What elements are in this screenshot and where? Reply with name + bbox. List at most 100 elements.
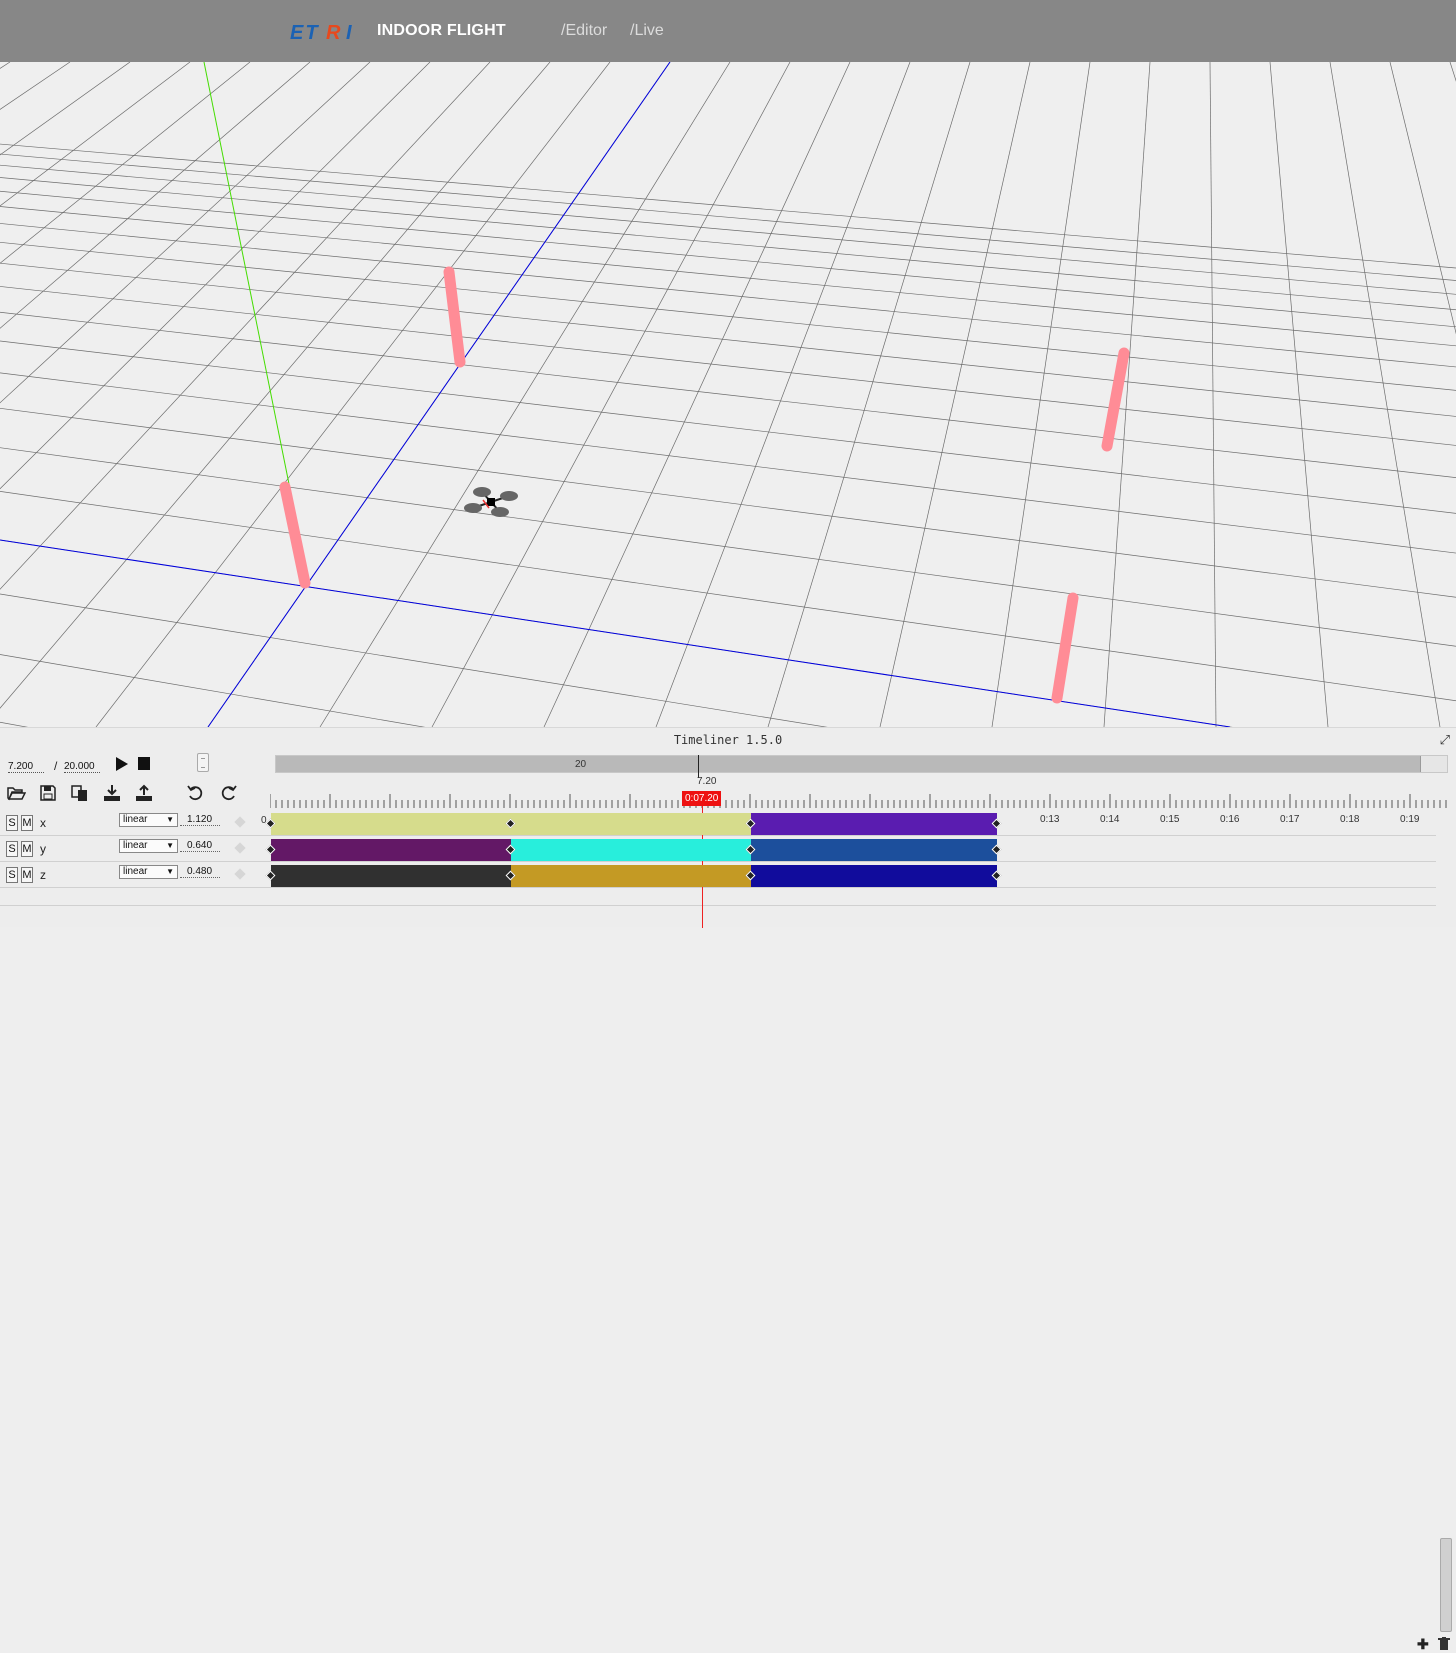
interpolation-select[interactable]: linear (119, 865, 178, 879)
mute-button[interactable]: M (21, 841, 33, 857)
playhead-scroll-indicator[interactable] (698, 755, 699, 778)
keyframe-segment[interactable] (271, 813, 511, 835)
track-row-empty (0, 888, 1436, 906)
floor-grid-line (1389, 62, 1456, 335)
floor-grid-line (0, 62, 551, 709)
svg-text:I: I (346, 22, 352, 42)
keyframe-segment[interactable] (751, 813, 997, 835)
tracks-scrollbar[interactable] (1440, 1538, 1452, 1632)
current-time-marker[interactable]: 0:07.20 (682, 791, 722, 806)
floor-grid-line (767, 62, 971, 727)
timeline-scrollbar[interactable] (275, 755, 1448, 773)
floor-grid-line (0, 62, 491, 590)
track-value-input[interactable]: 0.640 (180, 839, 220, 852)
add-icon[interactable]: ✚ (1417, 1636, 1429, 1653)
y-axis-line (207, 62, 671, 727)
solo-button[interactable]: S (6, 867, 18, 883)
stop-icon[interactable] (138, 757, 150, 770)
total-time-input[interactable]: 20.000 (64, 760, 100, 773)
keyframe-segment[interactable] (271, 839, 511, 861)
timeliner-title: Timeliner 1.5.0 (673, 733, 783, 747)
trash-icon[interactable] (1438, 1637, 1450, 1651)
time-ruler[interactable] (270, 794, 1450, 810)
floor-grid-line (0, 262, 1456, 417)
etri-logo[interactable]: ET R I (290, 22, 362, 42)
svg-text:ET: ET (290, 22, 320, 42)
timeline-scroll-thumb[interactable] (276, 756, 1421, 772)
nav-live-link[interactable]: /Live (630, 22, 664, 40)
solo-button[interactable]: S (6, 841, 18, 857)
keyframe-segment[interactable] (511, 839, 751, 861)
floor-grid-line (0, 206, 1456, 347)
keyframe-segment[interactable] (751, 839, 997, 861)
floor-grid-line (0, 62, 311, 329)
floor-grid-line (0, 593, 828, 727)
save-icon[interactable] (38, 783, 58, 803)
solo-button[interactable]: S (6, 815, 18, 831)
viewport-canvas[interactable] (0, 62, 1456, 727)
floor-grid-line (0, 223, 1456, 368)
floor-grid-line (543, 62, 851, 727)
floor-grid-line (319, 62, 731, 727)
floor-grid-line (879, 62, 1031, 727)
mute-button[interactable]: M (21, 867, 33, 883)
keyframe-segment[interactable] (511, 865, 751, 887)
undo-icon[interactable] (186, 783, 206, 803)
floor-grid-line (0, 62, 251, 264)
add-keyframe-icon[interactable] (234, 816, 246, 828)
floor-grid-line (0, 190, 1456, 328)
play-icon[interactable] (116, 757, 128, 771)
redo-icon[interactable] (218, 783, 238, 803)
floor-grid-line (0, 340, 1456, 514)
floor-grid-line (0, 143, 1456, 269)
floor-grid-line (0, 491, 1456, 702)
keyframe-segment[interactable] (271, 865, 511, 887)
pole-marker (1051, 592, 1079, 704)
mute-button[interactable]: M (21, 815, 33, 831)
keyframe-segment[interactable] (751, 865, 997, 887)
svg-text:R: R (326, 22, 342, 42)
3d-viewport[interactable] (0, 62, 1456, 727)
track-name: z (40, 868, 46, 882)
copy-icon[interactable] (70, 783, 90, 803)
add-keyframe-icon[interactable] (234, 868, 246, 880)
floor-grid-line (0, 372, 1456, 554)
nav-editor-link[interactable]: /Editor (561, 22, 607, 40)
keyframe-segment[interactable] (511, 813, 751, 835)
expand-icon[interactable]: ⤢ (1440, 732, 1450, 748)
app-title: INDOOR FLIGHT (377, 22, 506, 39)
z-axis-line (203, 62, 290, 485)
floor-grid-line (0, 153, 1456, 281)
pole-marker (1101, 347, 1130, 452)
quadcopter-icon (464, 487, 518, 517)
floor-grid-line (0, 62, 431, 490)
app-header: ET R I INDOOR FLIGHT /Editor /Live (0, 0, 1456, 62)
download-icon[interactable] (102, 783, 122, 803)
floor-grid-line (0, 654, 426, 727)
interpolation-select[interactable]: linear (119, 839, 178, 853)
floor-grid-line (0, 539, 1233, 727)
scroll-range-label: 20 (575, 759, 587, 770)
floor-grid-line (0, 177, 1456, 311)
floor-grid-line (1209, 62, 1217, 727)
interpolation-select[interactable]: linear (119, 813, 178, 827)
floor-grid-line (431, 62, 791, 727)
floor-grid-line (0, 62, 371, 404)
upload-icon[interactable] (134, 783, 154, 803)
floor-grid-line (1329, 62, 1441, 727)
floor-grid-line (991, 62, 1091, 727)
track-value-input[interactable]: 1.120 (180, 813, 220, 826)
floor-grid-line (655, 62, 911, 727)
x-axis-line (0, 539, 1231, 727)
floor-grid-line (0, 62, 71, 110)
current-time-input[interactable]: 7.200 (8, 760, 44, 773)
open-folder-icon[interactable] (6, 783, 26, 803)
track-value-input[interactable]: 0.480 (180, 865, 220, 878)
floor-grid-line (1269, 62, 1329, 727)
zoom-slider-handle[interactable] (197, 753, 209, 772)
floor-grid-line (0, 62, 131, 156)
time-separator: / (54, 759, 58, 773)
floor-grid-line (0, 286, 1456, 446)
track-name: y (40, 842, 46, 856)
add-keyframe-icon[interactable] (234, 842, 246, 854)
